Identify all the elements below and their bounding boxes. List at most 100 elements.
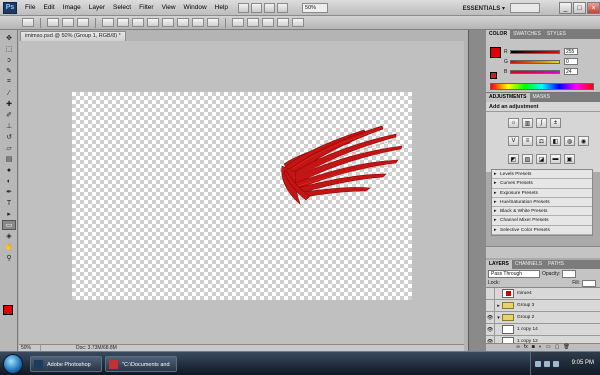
marquee-tool-icon[interactable]: ⬚	[2, 44, 16, 54]
preset-selective-color[interactable]: Selective Color Presets	[492, 226, 592, 236]
brightness-contrast-icon[interactable]: ☼	[508, 118, 519, 128]
threshold-icon[interactable]: ◪	[536, 154, 547, 164]
volume-icon[interactable]	[544, 361, 550, 367]
minimize-button[interactable]: _	[559, 2, 572, 14]
preset-hue-saturation[interactable]: Hue/Saturation Presets	[492, 198, 592, 208]
posterize-icon[interactable]: ▨	[522, 154, 533, 164]
blue-slider[interactable]	[510, 70, 560, 74]
hand-tool-icon[interactable]: ✋	[2, 242, 16, 252]
tab-layers[interactable]: LAYERS	[486, 260, 512, 269]
crop-tool-icon[interactable]: ⌗	[2, 77, 16, 87]
menu-image[interactable]: Image	[59, 4, 85, 11]
close-button[interactable]: ×	[587, 2, 600, 14]
zoom-level-select[interactable]: 50%	[302, 2, 329, 13]
menu-file[interactable]: File	[21, 4, 39, 11]
shape-layers-icon[interactable]	[47, 18, 59, 27]
zoom-tool-icon[interactable]	[277, 2, 289, 13]
tool-preset-picker[interactable]	[22, 18, 34, 27]
freeform-pen-icon[interactable]	[117, 18, 129, 27]
eye-icon[interactable]: 👁	[486, 311, 495, 324]
shape-tool-icon[interactable]: ▭	[2, 220, 16, 230]
curves-icon[interactable]: ∫	[536, 118, 547, 128]
subtract-mode-icon[interactable]	[247, 18, 259, 27]
photo-filter-icon[interactable]: ◍	[564, 136, 575, 146]
preset-exposure[interactable]: Exposure Presets	[492, 189, 592, 198]
opacity-field[interactable]	[562, 270, 577, 278]
menu-help[interactable]: Help	[211, 4, 232, 11]
menu-select[interactable]: Select	[109, 4, 135, 11]
foreground-color-swatch[interactable]	[3, 305, 13, 315]
menu-view[interactable]: View	[158, 4, 180, 11]
adjustment-layer-icon[interactable]: ◐	[539, 344, 542, 351]
expand-group-icon[interactable]: ▸	[495, 303, 502, 309]
fill-pixels-icon[interactable]	[77, 18, 89, 27]
cs-live-button[interactable]	[510, 3, 540, 13]
ellipse-icon[interactable]	[162, 18, 174, 27]
blur-tool-icon[interactable]: ●	[2, 165, 16, 175]
quick-selection-tool-icon[interactable]: ✎	[2, 66, 16, 76]
preset-black-white[interactable]: Black & White Presets	[492, 207, 592, 217]
trash-icon[interactable]: 🗑	[563, 344, 569, 351]
tab-paths[interactable]: PATHS	[545, 260, 567, 269]
exclude-mode-icon[interactable]	[277, 18, 289, 27]
green-slider[interactable]	[510, 60, 560, 64]
path-selection-tool-icon[interactable]: ▸	[2, 209, 16, 219]
vibrance-icon[interactable]: V	[508, 136, 519, 146]
eye-icon[interactable]: 👁	[486, 323, 495, 336]
eraser-tool-icon[interactable]: ▱	[2, 143, 16, 153]
line-icon[interactable]	[192, 18, 204, 27]
network-icon[interactable]	[535, 361, 541, 367]
brush-tool-icon[interactable]: ✐	[2, 110, 16, 120]
pen-icon[interactable]	[102, 18, 114, 27]
selective-color-icon[interactable]: ▣	[564, 154, 575, 164]
hue-saturation-icon[interactable]: ≡	[522, 136, 533, 146]
layer-row[interactable]: 👁 1 copy 14	[486, 323, 600, 336]
taskbar-photoshop[interactable]: Adobe Photoshop CS4...	[30, 356, 102, 372]
paths-icon[interactable]	[62, 18, 74, 27]
history-brush-tool-icon[interactable]: ↺	[2, 132, 16, 142]
layer-row[interactable]: 👁 ▾ Group 2	[486, 311, 600, 324]
color-spectrum-bar[interactable]	[490, 83, 594, 90]
new-layer-icon[interactable]: ▢	[555, 344, 560, 351]
intersect-mode-icon[interactable]	[262, 18, 274, 27]
menu-layer[interactable]: Layer	[85, 4, 109, 11]
healing-brush-tool-icon[interactable]: ✚	[2, 99, 16, 109]
layer-row[interactable]: mirue4	[486, 287, 600, 300]
hand-tool-icon[interactable]	[264, 2, 276, 13]
tray-app-icon[interactable]	[553, 361, 559, 367]
new-group-icon[interactable]: ▭	[546, 344, 551, 351]
lasso-tool-icon[interactable]: ↄ	[2, 55, 16, 65]
levels-icon[interactable]: ▥	[522, 118, 533, 128]
link-layers-icon[interactable]: ∞	[516, 344, 520, 351]
menu-edit[interactable]: Edit	[39, 4, 58, 11]
preset-channel-mixer[interactable]: Channel Mixer Presets	[492, 216, 592, 226]
blend-mode-select[interactable]: Pass Through	[488, 270, 540, 278]
background-color-swatch[interactable]	[490, 72, 497, 79]
visibility-toggle[interactable]	[486, 299, 495, 312]
add-mask-icon[interactable]: ◙	[532, 344, 535, 351]
workspace-switcher[interactable]: ESSENTIALS ▾	[458, 5, 510, 12]
red-slider[interactable]	[510, 50, 560, 54]
combine-mode-icon[interactable]	[232, 18, 244, 27]
preset-levels[interactable]: Levels Presets	[492, 170, 592, 180]
launch-bridge-icon[interactable]	[238, 2, 250, 13]
blue-value-field[interactable]: 24	[564, 68, 578, 75]
move-tool-icon[interactable]: ✥	[2, 33, 16, 43]
tab-swatches[interactable]: SWATCHES	[510, 30, 544, 39]
black-white-icon[interactable]: ◧	[550, 136, 561, 146]
document-tab[interactable]: imimso.psd @ 50% (Group 1, RGB/8) *	[20, 31, 126, 41]
clock[interactable]: 9:05 PM	[572, 360, 594, 366]
taskbar-command-prompt[interactable]: "C:\Documents and S...	[105, 356, 177, 372]
gradient-map-icon[interactable]: ▬	[550, 154, 561, 164]
tab-styles[interactable]: STYLES	[544, 30, 569, 39]
type-tool-icon[interactable]: T	[2, 198, 16, 208]
3d-rotate-tool-icon[interactable]: ◈	[2, 231, 16, 241]
exposure-icon[interactable]: ±	[550, 118, 561, 128]
polygon-icon[interactable]	[177, 18, 189, 27]
layer-row[interactable]: ▸ Group 3	[486, 299, 600, 312]
menu-window[interactable]: Window	[180, 4, 211, 11]
red-value-field[interactable]: 255	[564, 48, 578, 55]
green-value-field[interactable]: 0	[564, 58, 578, 65]
tab-color[interactable]: COLOR	[486, 30, 511, 39]
rounded-rectangle-icon[interactable]	[147, 18, 159, 27]
